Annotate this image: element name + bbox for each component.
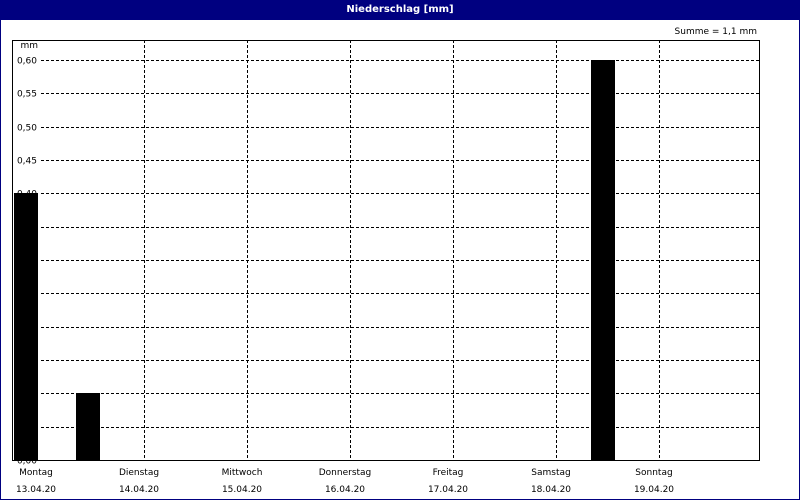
y-tick-label: 0,20 [17,324,37,334]
y-tick-label: 0,05 [17,424,37,434]
sum-label: Summe = 1,1 mm [675,27,757,37]
y-tick-label: 0,15 [17,357,37,367]
bars [14,60,615,460]
x-tick-date-label: 19.04.20 [634,485,674,495]
precipitation-bar [591,60,615,460]
precipitation-bar [76,393,100,460]
y-tick-label: 0,30 [17,257,37,267]
precipitation-bar-chart: Summe = 1,1 mm mm 0,00 0,05 0,10 0,15 0,20 0,… [12,27,760,495]
x-tick-day-label: Freitag [433,468,464,478]
x-tick-day-label: Donnerstag [319,468,372,478]
y-tick-label: 0,50 [17,124,37,134]
plot-area-border [12,40,760,461]
y-axis-unit-label: mm [20,41,38,51]
x-tick-date-label: 17.04.20 [428,485,468,495]
x-tick-day-label: Dienstag [119,468,159,478]
y-tick-label: 0,40 [17,190,37,200]
x-tick-date-label: 16.04.20 [325,485,365,495]
x-tick-labels: Montag 13.04.20 Dienstag 14.04.20 Mittwoch 15… [16,468,674,495]
x-tick-day-label: Montag [19,468,53,478]
y-tick-label: 0,25 [17,290,37,300]
x-tick-date-label: 18.04.20 [531,485,571,495]
x-tick-day-label: Samstag [531,468,570,478]
axes [12,40,760,461]
y-tick-label: 0,60 [17,57,37,67]
y-tick-label: 0,00 [17,457,37,467]
x-tick-date-label: 15.04.20 [222,485,262,495]
grid-lines [41,40,760,460]
y-tick-label: 0,45 [17,157,37,167]
x-tick-day-label: Mittwoch [222,468,263,478]
x-tick-date-label: 14.04.20 [119,485,159,495]
y-tick-label: 0,55 [17,90,37,100]
y-tick-label: 0,35 [17,224,37,234]
y-tick-label: 0,10 [17,390,37,400]
x-tick-date-label: 13.04.20 [16,485,56,495]
x-tick-day-label: Sonntag [635,468,672,478]
